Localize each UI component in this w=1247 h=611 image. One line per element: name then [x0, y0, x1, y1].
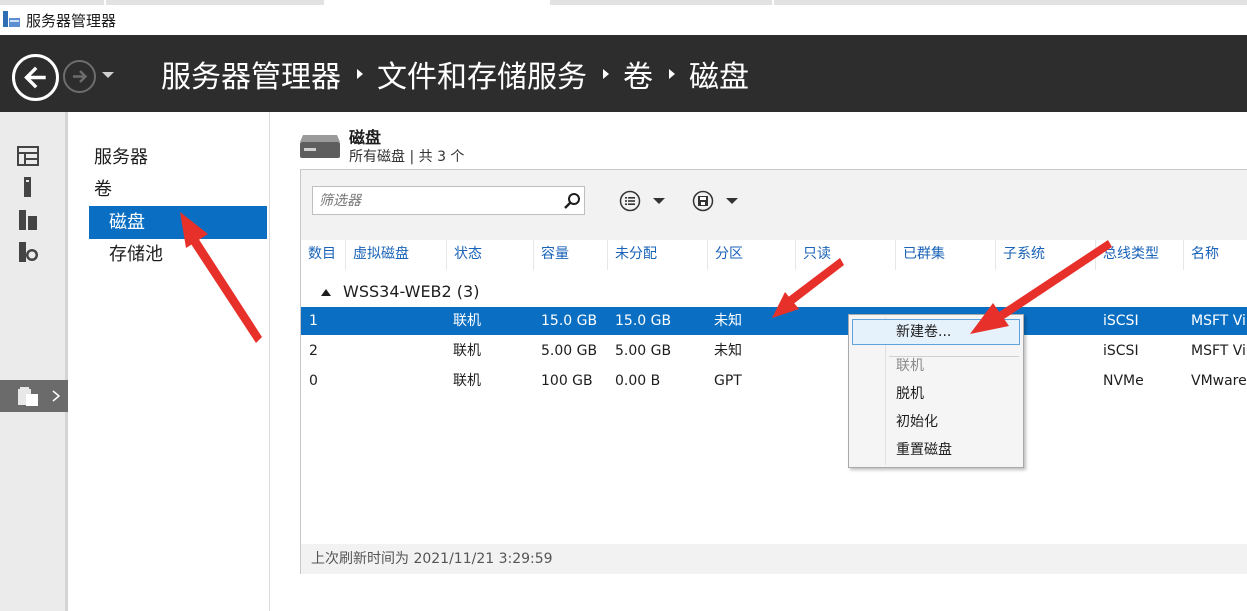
chevron-down-icon[interactable]	[101, 68, 115, 82]
breadcrumb-separator-icon	[357, 69, 363, 79]
col-bus-type[interactable]: 总线类型	[1095, 240, 1183, 270]
tab-strip	[550, 0, 772, 5]
breadcrumb: 服务器管理器 文件和存储服务 卷 磁盘	[161, 52, 749, 96]
column-headers: 数目 虚拟磁盘 状态 容量 未分配 分区 只读 已群集 子系统 总线类型 名称	[301, 240, 1247, 270]
menu-item-new-volume[interactable]: 新建卷...	[852, 319, 1020, 345]
col-status[interactable]: 状态	[446, 240, 533, 270]
table-row[interactable]: 1 联机 15.0 GB 15.0 GB 未知 iSCSI MSFT Vi	[301, 307, 1247, 335]
col-number[interactable]: 数目	[301, 240, 345, 270]
cell-number: 1	[309, 313, 318, 329]
back-button[interactable]	[12, 54, 59, 101]
left-rail	[0, 112, 68, 611]
tab-strip	[774, 0, 1247, 5]
cell-name: VMware	[1191, 373, 1247, 389]
col-clustered[interactable]: 已群集	[895, 240, 995, 270]
local-server-icon[interactable]	[17, 176, 39, 198]
dashboard-icon[interactable]	[17, 145, 39, 167]
group-header[interactable]: WSS34-WEB2 (3)	[343, 282, 479, 301]
cell-partition: 未知	[714, 313, 742, 329]
col-name[interactable]: 名称	[1183, 240, 1247, 270]
task-list-button[interactable]	[619, 190, 671, 212]
cell-bus-type: iSCSI	[1103, 343, 1139, 359]
cell-status: 联机	[453, 313, 481, 329]
breadcrumb-separator-icon	[603, 69, 609, 79]
nav-pane: 服务器 卷 磁盘 存储池	[70, 112, 270, 611]
filter-input[interactable]	[319, 191, 549, 211]
search-icon[interactable]	[563, 192, 581, 210]
cell-number: 2	[309, 343, 318, 359]
nav-item-volumes[interactable]: 卷	[94, 174, 112, 206]
cell-capacity: 15.0 GB	[541, 313, 598, 329]
header-bar: 服务器管理器 文件和存储服务 卷 磁盘	[0, 35, 1247, 112]
window-title: 服务器管理器	[26, 12, 117, 30]
cell-name: MSFT Vi	[1191, 343, 1246, 359]
back-arrow-icon	[24, 66, 46, 89]
breadcrumb-volumes[interactable]: 卷	[623, 52, 653, 96]
breadcrumb-file-storage[interactable]: 文件和存储服务	[377, 52, 587, 96]
table-row[interactable]: 2 联机 5.00 GB 5.00 GB 未知 iSCSI MSFT Vi	[301, 337, 1247, 365]
cell-partition: 未知	[714, 343, 742, 359]
disk-task-icon	[692, 190, 738, 212]
cell-number: 0	[309, 373, 318, 389]
cell-status: 联机	[453, 343, 481, 359]
breadcrumb-server-manager[interactable]: 服务器管理器	[161, 52, 341, 96]
col-virtual-disk[interactable]: 虚拟磁盘	[345, 240, 446, 270]
cell-bus-type: NVMe	[1103, 373, 1144, 389]
cell-status: 联机	[453, 373, 481, 389]
task-list-icon	[619, 190, 665, 212]
nav-item-servers[interactable]: 服务器	[94, 142, 148, 174]
cell-capacity: 5.00 GB	[541, 343, 598, 359]
col-read-only[interactable]: 只读	[795, 240, 895, 270]
cell-capacity: 100 GB	[541, 373, 593, 389]
table-row[interactable]: 0 联机 100 GB 0.00 B GPT NVMe VMware	[301, 367, 1247, 395]
disk-icon	[300, 135, 340, 158]
nav-item-storage-pools[interactable]: 存储池	[109, 239, 163, 271]
cell-name: MSFT Vi	[1191, 313, 1246, 329]
nav-item-disks[interactable]: 磁盘	[89, 206, 267, 239]
chevron-right-icon	[52, 390, 60, 402]
col-unallocated[interactable]: 未分配	[607, 240, 707, 270]
file-storage-icon	[18, 387, 38, 406]
refresh-status: 上次刷新时间为 2021/11/21 3:29:59	[301, 544, 1247, 574]
col-partition[interactable]: 分区	[707, 240, 795, 270]
cell-partition: GPT	[714, 373, 742, 389]
disk-task-button[interactable]	[690, 190, 742, 212]
tab-strip	[106, 0, 324, 5]
collapse-caret-icon[interactable]	[321, 289, 331, 296]
tab-strip	[0, 0, 104, 5]
cell-unallocated: 5.00 GB	[615, 343, 672, 359]
filter-box[interactable]	[312, 186, 585, 215]
section-subtitle: 所有磁盘 | 共 3 个	[349, 149, 465, 165]
cell-unallocated: 0.00 B	[615, 373, 661, 389]
forward-button[interactable]	[63, 60, 96, 93]
col-subsystem[interactable]: 子系统	[995, 240, 1095, 270]
context-menu: 新建卷... 联机 脱机 初始化 重置磁盘	[848, 314, 1024, 468]
iis-icon[interactable]	[17, 241, 39, 263]
menu-item-offline[interactable]: 脱机	[852, 381, 1020, 407]
rail-item-file-storage[interactable]	[0, 380, 68, 412]
menu-item-reset-disk[interactable]: 重置磁盘	[852, 437, 1020, 463]
forward-arrow-icon	[73, 70, 88, 83]
all-servers-icon[interactable]	[17, 209, 39, 231]
breadcrumb-disks: 磁盘	[689, 60, 749, 95]
section-title: 磁盘	[349, 128, 382, 147]
cell-unallocated: 15.0 GB	[615, 313, 672, 329]
cell-bus-type: iSCSI	[1103, 313, 1139, 329]
server-manager-icon	[3, 11, 20, 27]
col-capacity[interactable]: 容量	[533, 240, 607, 270]
disks-panel: 数目 虚拟磁盘 状态 容量 未分配 分区 只读 已群集 子系统 总线类型 名称 …	[300, 169, 1247, 574]
menu-item-initialize[interactable]: 初始化	[852, 409, 1020, 435]
window-title-bar: 服务器管理器	[0, 0, 1247, 35]
menu-item-online: 联机	[896, 358, 924, 374]
breadcrumb-separator-icon	[669, 69, 675, 79]
